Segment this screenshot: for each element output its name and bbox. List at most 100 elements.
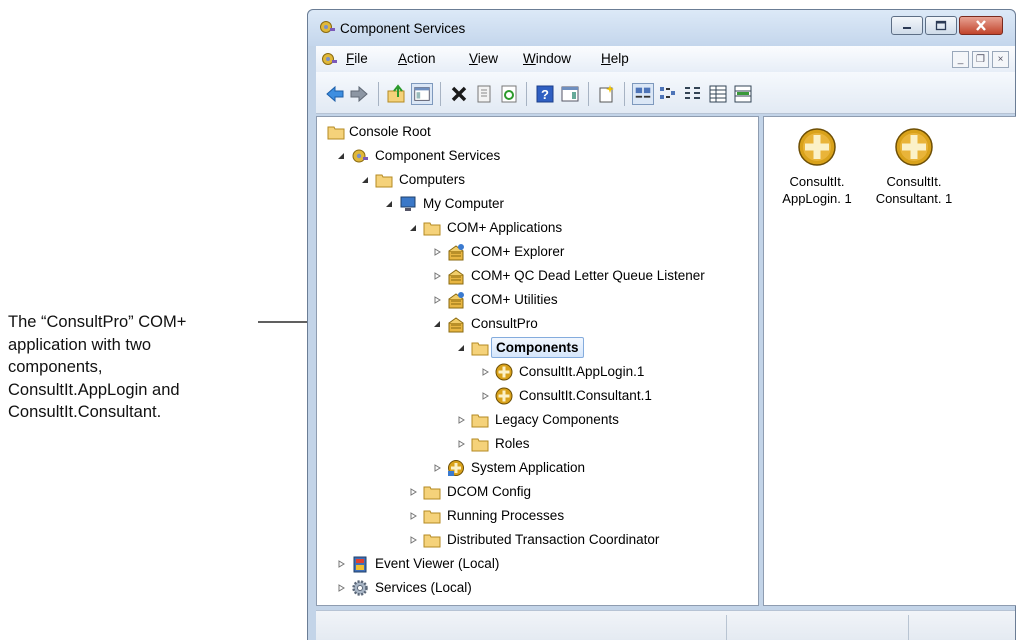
folder-icon (423, 534, 441, 548)
menu-window[interactable]: Window (523, 51, 571, 66)
list-item-applogin[interactable]: ConsultIt. AppLogin. 1 (772, 127, 862, 207)
component-services-icon (322, 53, 337, 65)
expanded-triangle-icon[interactable] (409, 224, 417, 232)
collapsed-triangle-icon[interactable] (337, 560, 345, 568)
folder-icon (471, 438, 489, 452)
maximize-button[interactable] (925, 16, 957, 35)
tree-label: Services (Local) (375, 580, 472, 595)
collapsed-triangle-icon[interactable] (337, 584, 345, 592)
list-item-consultant[interactable]: ConsultIt. Consultant. 1 (869, 127, 959, 207)
folder-icon (423, 510, 441, 524)
annotation-line: ConsultIt.AppLogin and (8, 380, 180, 399)
menu-accel: A (398, 51, 408, 66)
show-hide-tree-icon[interactable] (411, 83, 433, 105)
toolbar-separator (588, 82, 589, 106)
properties-icon[interactable] (473, 83, 495, 105)
large-icons-icon[interactable] (632, 83, 654, 105)
tree-label: COM+ Applications (447, 220, 563, 235)
tree-label: COM+ Explorer (471, 244, 565, 259)
collapsed-triangle-icon[interactable] (433, 296, 441, 304)
collapsed-triangle-icon[interactable] (433, 464, 441, 472)
tree-label: ConsultIt.Consultant.1 (519, 388, 652, 403)
collapsed-triangle-icon[interactable] (481, 392, 489, 400)
title-bar[interactable]: Component Services (308, 10, 1015, 46)
menu-view[interactable]: View (469, 51, 498, 66)
tree-label: Running Processes (447, 508, 565, 523)
folder-icon (471, 342, 489, 356)
component-services-icon (320, 21, 335, 33)
svg-text:?: ? (541, 87, 549, 102)
toolbar-separator (624, 82, 625, 106)
action-pane-icon[interactable] (559, 83, 581, 105)
list-item-line: ConsultIt. (886, 174, 942, 189)
mdi-minimize-button[interactable]: _ (952, 51, 969, 68)
refresh-icon[interactable] (498, 83, 520, 105)
tree-label: Components (491, 337, 584, 358)
com-package-icon (448, 269, 464, 285)
close-button[interactable] (959, 16, 1003, 35)
annotation-line: The “ConsultPro” COM+ (8, 313, 187, 331)
collapsed-triangle-icon[interactable] (457, 440, 465, 448)
collapsed-triangle-icon[interactable] (457, 416, 465, 424)
callout-annotation: The “ConsultPro” COM+ application with t… (8, 311, 258, 424)
com-package-icon (448, 317, 464, 333)
menu-help[interactable]: Help (601, 51, 629, 66)
tree-label: ConsultIt.AppLogin.1 (519, 364, 645, 379)
menu-action[interactable]: Action (398, 51, 436, 66)
tree-label: COM+ Utilities (471, 292, 558, 307)
tree-label: Console Root (349, 124, 431, 139)
folder-icon (375, 174, 393, 188)
collapsed-triangle-icon[interactable] (433, 272, 441, 280)
scope-tree-pane[interactable]: Console Root Component Services Computer… (316, 116, 759, 606)
com-package-icon (448, 292, 464, 309)
collapsed-triangle-icon[interactable] (481, 368, 489, 376)
window-title: Component Services (340, 21, 466, 36)
minimize-button[interactable] (891, 16, 923, 35)
list-view-icon[interactable] (682, 83, 704, 105)
new-window-icon[interactable] (596, 83, 618, 105)
com-package-icon (448, 244, 464, 261)
annotation-line: ConsultIt.Consultant. (8, 403, 162, 421)
mdi-close-button[interactable]: × (992, 51, 1009, 68)
expanded-triangle-icon[interactable] (385, 200, 393, 208)
list-item-line: AppLogin. 1 (782, 191, 852, 206)
menu-file[interactable]: File (346, 51, 368, 66)
collapsed-triangle-icon[interactable] (433, 248, 441, 256)
services-gear-icon (352, 580, 368, 596)
tree-label: Component Services (375, 148, 501, 163)
collapsed-triangle-icon[interactable] (409, 512, 417, 520)
minimize-icon (903, 27, 911, 29)
expanded-triangle-icon[interactable] (337, 152, 345, 160)
expanded-triangle-icon[interactable] (457, 344, 465, 352)
help-icon[interactable]: ? (534, 83, 556, 105)
expanded-triangle-icon[interactable] (361, 176, 369, 184)
small-icons-icon[interactable] (657, 83, 679, 105)
status-cell (316, 615, 727, 640)
folder-icon (423, 222, 441, 236)
forward-icon[interactable] (348, 83, 370, 105)
annotation-line: components, (8, 358, 103, 376)
component-icon (495, 363, 513, 381)
result-pane[interactable]: ConsultIt. AppLogin. 1 ConsultIt. Consul… (763, 116, 1016, 606)
up-icon[interactable] (386, 83, 408, 105)
annotation-line: application with two (8, 335, 152, 354)
menu-rest: indow (535, 51, 572, 66)
collapsed-triangle-icon[interactable] (409, 488, 417, 496)
delete-icon[interactable] (448, 83, 470, 105)
status-view-icon[interactable] (732, 83, 754, 105)
back-icon[interactable] (324, 83, 346, 105)
toolbar-separator (440, 82, 441, 106)
tree-label: Event Viewer (Local) (375, 556, 500, 571)
mdi-restore-button[interactable]: ❐ (972, 51, 989, 68)
component-icon (798, 128, 836, 166)
toolbar-separator (526, 82, 527, 106)
component-icon (495, 387, 513, 405)
expanded-triangle-icon[interactable] (433, 320, 441, 328)
status-bar (316, 610, 1015, 640)
tree-label: System Application (471, 460, 586, 475)
event-viewer-icon (353, 556, 367, 573)
tree-label: ConsultPro (471, 316, 538, 331)
detail-view-icon[interactable] (707, 83, 729, 105)
maximize-icon (935, 20, 947, 31)
collapsed-triangle-icon[interactable] (409, 536, 417, 544)
